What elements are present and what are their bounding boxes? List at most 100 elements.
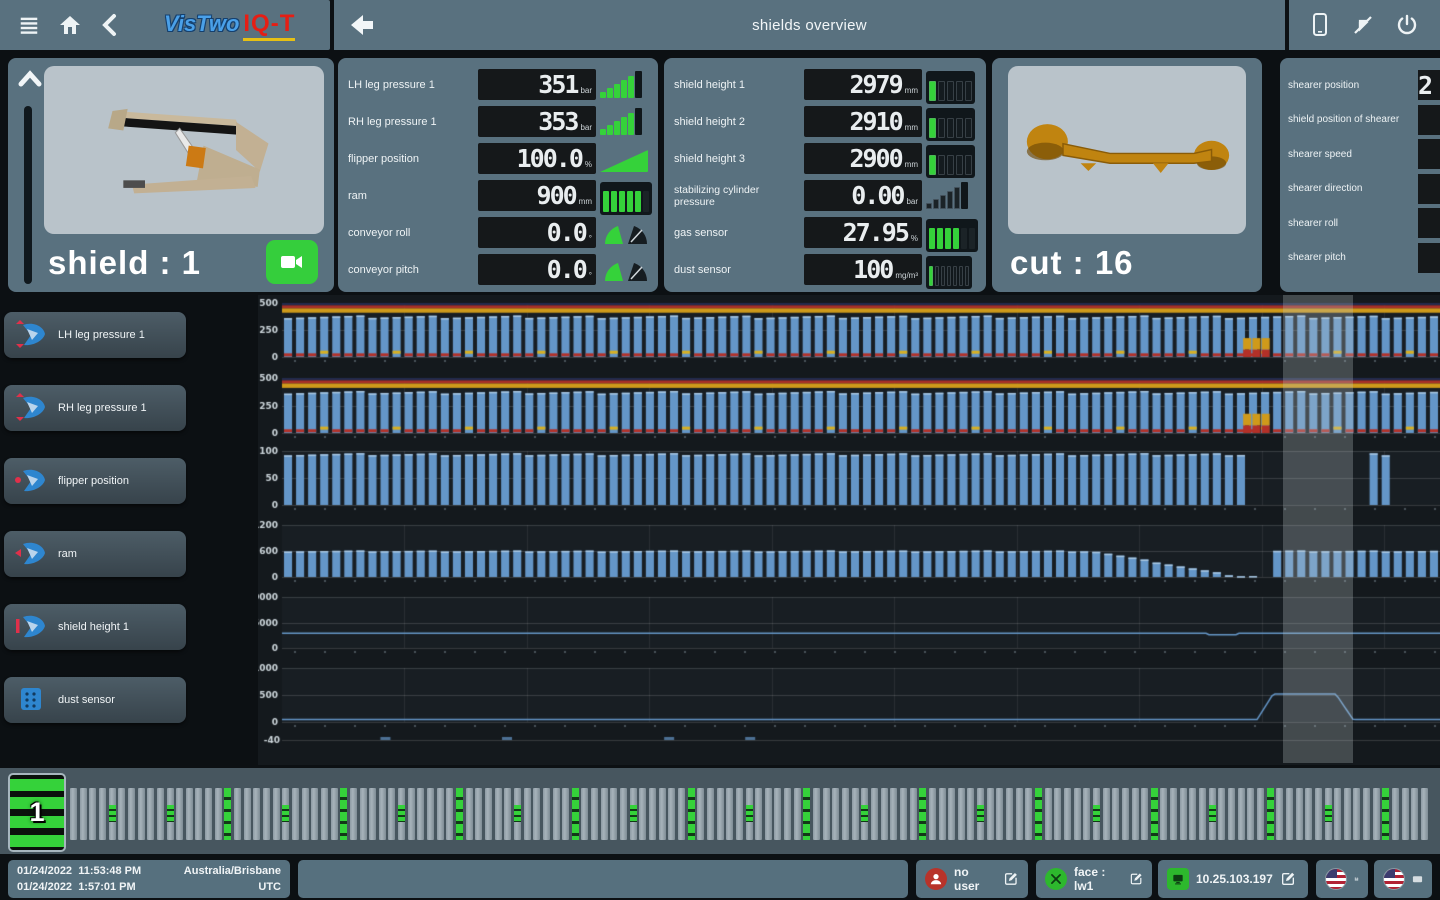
timeline-slat[interactable] <box>1325 788 1332 840</box>
timeline-slat[interactable] <box>427 788 434 840</box>
timeline-slat[interactable] <box>1228 788 1235 840</box>
menu-icon[interactable] <box>18 14 40 36</box>
camera-button[interactable] <box>266 240 318 284</box>
timeline-slat[interactable] <box>205 788 212 840</box>
timeline-slat[interactable] <box>1247 788 1254 840</box>
timeline-slat[interactable] <box>890 788 897 840</box>
timeline-slat[interactable] <box>273 788 280 840</box>
timeline-slat[interactable] <box>861 788 868 840</box>
timeline-slat[interactable] <box>1334 788 1341 840</box>
timeline-slat[interactable] <box>282 788 289 840</box>
timeline-slat[interactable] <box>70 788 77 840</box>
timeline-slat[interactable] <box>1180 788 1187 840</box>
timeline-slat[interactable] <box>1170 788 1177 840</box>
timeline-slat[interactable] <box>1315 788 1322 840</box>
timeline-slat[interactable] <box>823 788 830 840</box>
timeline-slat[interactable] <box>379 788 386 840</box>
sidebar-button-lh-leg-pressure-1[interactable]: LH leg pressure 1 <box>4 312 186 358</box>
timeline-slat[interactable] <box>89 788 96 840</box>
timeline-slat[interactable] <box>996 788 1003 840</box>
mobile-device-icon[interactable] <box>1310 12 1330 38</box>
timeline-slat[interactable] <box>292 788 299 840</box>
timeline-slat[interactable] <box>1344 788 1351 840</box>
timeline-slat[interactable] <box>1054 788 1061 840</box>
timeline-slat[interactable] <box>1045 788 1052 840</box>
timeline-slat[interactable] <box>1363 788 1370 840</box>
timeline-slat[interactable] <box>881 788 888 840</box>
timeline-slat[interactable] <box>138 788 145 840</box>
timeline-slat[interactable] <box>774 788 781 840</box>
timeline-slat[interactable] <box>1141 788 1148 840</box>
timeline-slat[interactable] <box>456 788 463 840</box>
face-panel[interactable]: face : lw1 <box>1036 860 1152 898</box>
timeline-slat[interactable] <box>195 788 202 840</box>
timeline-slat[interactable] <box>543 788 550 840</box>
timeline-slat[interactable] <box>659 788 666 840</box>
timeline-slat[interactable] <box>1238 788 1245 840</box>
timeline-slat[interactable] <box>852 788 859 840</box>
timeline-slat[interactable] <box>601 788 608 840</box>
timeline-slat[interactable] <box>717 788 724 840</box>
edit-user-icon[interactable] <box>1003 871 1019 887</box>
timeline-slat[interactable] <box>726 788 733 840</box>
shield-selector[interactable]: 1 <box>8 773 66 852</box>
timeline-slat[interactable] <box>620 788 627 840</box>
timeline-slat[interactable] <box>1257 788 1264 840</box>
timeline-slat[interactable] <box>562 788 569 840</box>
timeline-slat[interactable] <box>311 788 318 840</box>
timeline-slat[interactable] <box>1064 788 1071 840</box>
timeline-slat[interactable] <box>360 788 367 840</box>
timeline-slat[interactable] <box>1305 788 1312 840</box>
timeline-slat[interactable] <box>350 788 357 840</box>
timeline-slat[interactable] <box>495 788 502 840</box>
timeline-slat[interactable] <box>340 788 347 840</box>
network-panel[interactable]: 10.25.103.197 <box>1158 860 1308 898</box>
timeline-slat[interactable] <box>1218 788 1225 840</box>
timeline-slat[interactable] <box>948 788 955 840</box>
timeline-slat[interactable] <box>707 788 714 840</box>
timeline-slat[interactable] <box>186 788 193 840</box>
timeline-slat[interactable] <box>736 788 743 840</box>
timeline-slat[interactable] <box>813 788 820 840</box>
timeline-slat[interactable] <box>475 788 482 840</box>
timeline-slat[interactable] <box>1074 788 1081 840</box>
timeline-slat[interactable] <box>842 788 849 840</box>
timeline-slat[interactable] <box>244 788 251 840</box>
timeline-slat[interactable] <box>630 788 637 840</box>
timeline-slat[interactable] <box>591 788 598 840</box>
timeline-slat[interactable] <box>784 788 791 840</box>
timeline-slat[interactable] <box>1382 788 1389 840</box>
timeline-slat[interactable] <box>832 788 839 840</box>
sidebar-button-ram[interactable]: ram <box>4 531 186 577</box>
timeline-slat[interactable] <box>321 788 328 840</box>
back-chevron-icon[interactable] <box>100 13 120 37</box>
timeline-slat[interactable] <box>1103 788 1110 840</box>
timeline-slat[interactable] <box>977 788 984 840</box>
timeline-slat[interactable] <box>369 788 376 840</box>
timeline-slat[interactable] <box>871 788 878 840</box>
timeline-slat[interactable] <box>533 788 540 840</box>
chevron-up-icon[interactable] <box>16 66 44 92</box>
timeline-slat[interactable] <box>958 788 965 840</box>
timeline-slat[interactable] <box>1392 788 1399 840</box>
timeline-slat[interactable] <box>224 788 231 840</box>
keyboard-icon[interactable] <box>1412 871 1423 887</box>
timeline-slat[interactable] <box>408 788 415 840</box>
timeline-slat[interactable] <box>1025 788 1032 840</box>
timeline-slat[interactable] <box>514 788 521 840</box>
sidebar-button-flipper-position[interactable]: flipper position <box>4 458 186 504</box>
timeline-slat[interactable] <box>910 788 917 840</box>
sidebar-button-shield-height-1[interactable]: shield height 1 <box>4 604 186 650</box>
timeline-slat[interactable] <box>176 788 183 840</box>
timeline-slat[interactable] <box>803 788 810 840</box>
timeline-slat[interactable] <box>167 788 174 840</box>
timeline-slat[interactable] <box>446 788 453 840</box>
timeline-slat[interactable] <box>900 788 907 840</box>
timeline-slat[interactable] <box>99 788 106 840</box>
timeline-slat[interactable] <box>1353 788 1360 840</box>
user-panel[interactable]: no user <box>916 860 1028 898</box>
timeline-slat[interactable] <box>1421 788 1428 840</box>
timeline-slat[interactable] <box>524 788 531 840</box>
timeline-slat[interactable] <box>688 788 695 840</box>
timeline-slat[interactable] <box>504 788 511 840</box>
